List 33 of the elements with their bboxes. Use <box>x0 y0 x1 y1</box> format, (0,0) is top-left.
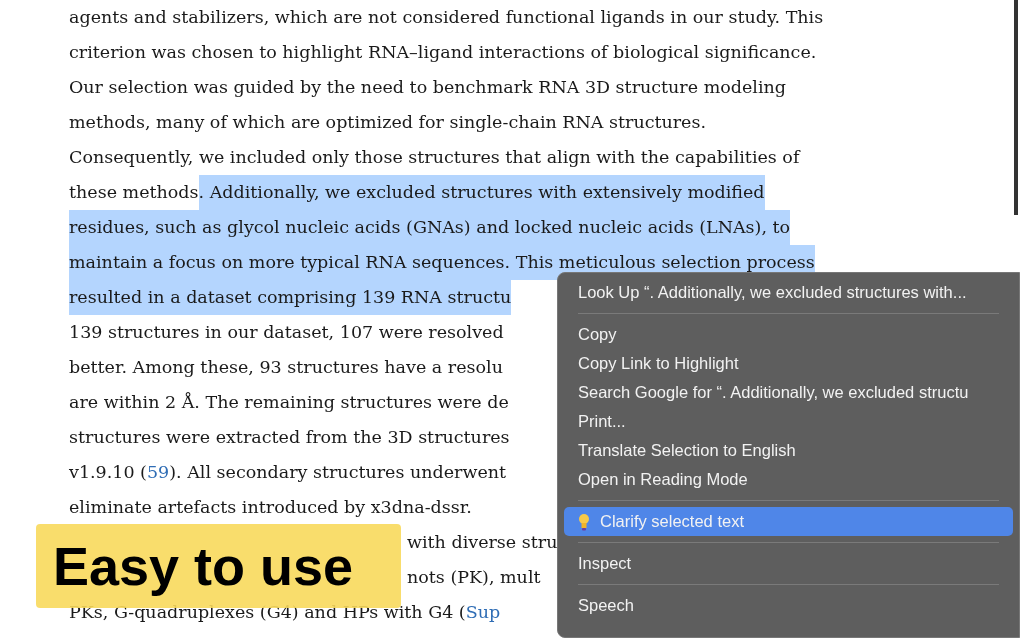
menu-item[interactable]: Speech <box>564 591 1013 620</box>
selected-text: . Additionally, we excluded structures with extensively modified <box>198 175 765 210</box>
body-text: these methods <box>69 181 199 204</box>
citation-link[interactable]: Sup <box>465 595 501 630</box>
menu-item[interactable]: Look Up “. Additionally, we excluded structures with... <box>564 278 1013 307</box>
selected-text: resulted in a dataset comprising 139 RNA structu <box>69 280 512 315</box>
menu-item[interactable]: Inspect <box>564 549 1013 578</box>
body-text: criterion was chosen to highlight RNA–ligand interactions of biological significance. <box>69 41 817 64</box>
body-text: agents and stabilizers, which are not considered functional ligands in our study. This <box>69 6 824 29</box>
menu-item[interactable]: Open in Reading Mode <box>564 465 1013 494</box>
body-text: better. Among these, 93 structures have a resolu <box>69 356 503 379</box>
menu-item[interactable]: Print... <box>564 407 1013 436</box>
body-text: 139 structures in our dataset, 107 were resolved <box>69 321 504 344</box>
body-text: ). All secondary structures underwent <box>169 461 507 484</box>
body-text: nots (PK), mult <box>407 566 541 589</box>
menu-item[interactable]: Clarify selected text <box>564 507 1013 536</box>
body-text: with diverse stru <box>407 531 558 554</box>
selected-text: residues, such as glycol nucleic acids (GNAs) and locked nucleic acids (LNAs), to <box>69 210 791 245</box>
selected-text: maintain a focus on more typical RNA sequences. This meticulous selection process <box>69 245 815 280</box>
body-text: v1.9.10 ( <box>69 461 147 484</box>
body-text: are within 2 Å. The remaining structures were de <box>69 391 509 414</box>
body-text: Our selection was guided by the need to benchmark RNA 3D structure modeling <box>69 76 786 99</box>
menu-item[interactable]: Search Google for “. Additionally, we excluded structu <box>564 378 1013 407</box>
citation-link[interactable]: 59 <box>146 455 170 490</box>
body-text: PKs, G-quadruplexes (G4) and HPs with G4 ( <box>69 601 466 624</box>
body-text: Consequently, we included only those structures that align with the capabilities of <box>69 146 800 169</box>
menu-item[interactable]: Translate Selection to English <box>564 436 1013 465</box>
lightbulb-icon <box>578 512 590 531</box>
body-text: methods, many of which are optimized for single-chain RNA structures. <box>69 111 707 134</box>
body-text: structures were extracted from the 3D structures <box>69 426 510 449</box>
menu-item[interactable]: Copy Link to Highlight <box>564 349 1013 378</box>
menu-item[interactable]: Copy <box>564 320 1013 349</box>
body-text: eliminate artefacts introduced by x3dna-dssr. <box>69 496 472 519</box>
